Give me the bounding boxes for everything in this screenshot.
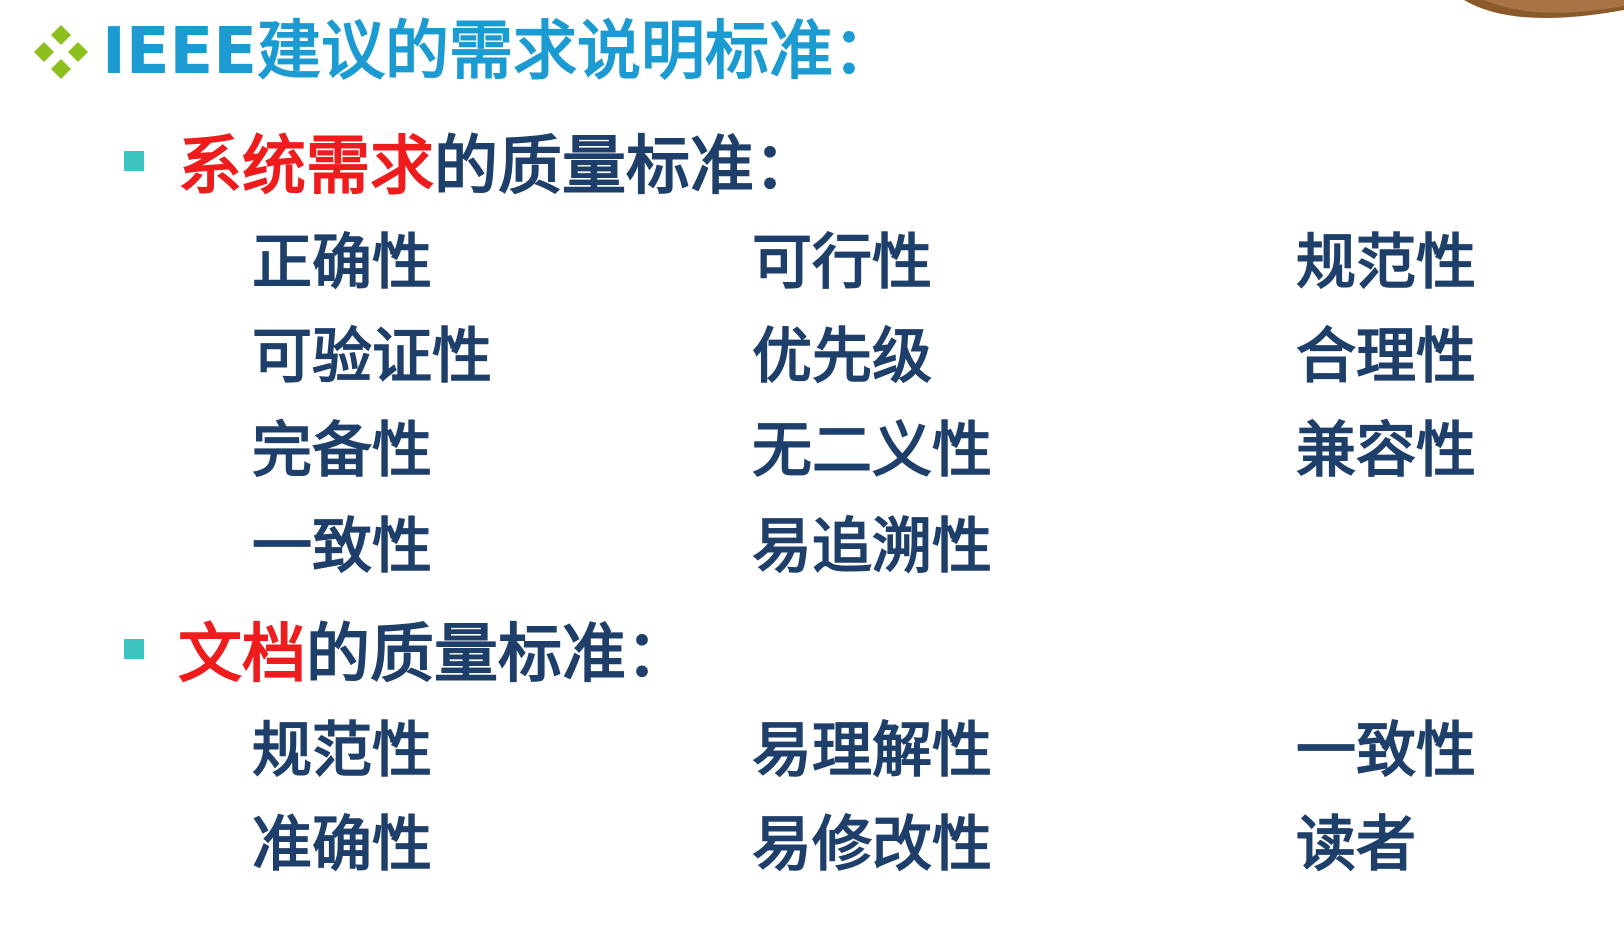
list-item: 兼容性	[1296, 416, 1476, 486]
list-item: 规范性	[252, 716, 432, 786]
list-item: 读者	[1296, 810, 1416, 880]
list-item: 易理解性	[752, 716, 992, 786]
list-item: 优先级	[752, 322, 932, 392]
list-item: 完备性	[252, 416, 432, 486]
list-item: 易修改性	[752, 810, 992, 880]
list-item: 正确性	[252, 228, 432, 298]
corner-decoration	[1454, 0, 1624, 40]
list-item: 合理性	[1296, 322, 1476, 392]
list-item: 可行性	[752, 228, 932, 298]
list-item: 规范性	[1296, 228, 1476, 298]
four-diamond-icon	[34, 25, 88, 79]
list-item: 无二义性	[752, 416, 992, 486]
list-item: 可验证性	[252, 322, 492, 392]
list-item: 易追溯性	[752, 512, 992, 582]
section-heading-rest: 的质量标准：	[434, 130, 818, 204]
list-item: 一致性	[1296, 716, 1476, 786]
list-item: 一致性	[252, 512, 432, 582]
section-heading-rest: 的质量标准：	[306, 618, 690, 692]
section-heading-system-requirements: 系统需求 的质量标准：	[124, 122, 818, 204]
square-bullet-icon	[124, 151, 144, 171]
square-bullet-icon	[124, 639, 144, 659]
slide-title: IEEE建议的需求说明标准：	[102, 15, 897, 89]
section-heading-highlight: 文档	[178, 618, 306, 692]
slide-title-row: IEEE建议的需求说明标准：	[30, 12, 897, 92]
section-heading-document: 文档 的质量标准：	[124, 610, 690, 692]
section-heading-highlight: 系统需求	[178, 130, 434, 204]
list-item: 准确性	[252, 810, 432, 880]
